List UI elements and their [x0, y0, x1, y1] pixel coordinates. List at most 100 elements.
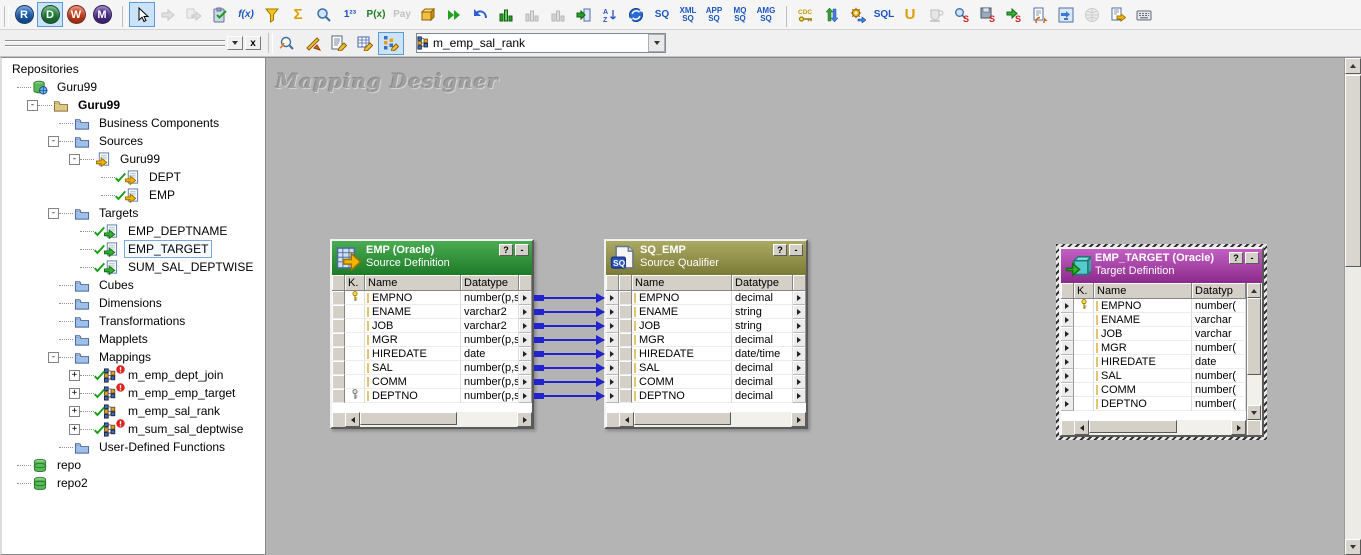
column-header-key[interactable]: K. [1074, 283, 1094, 299]
tree-item-repo[interactable]: repo [2, 456, 265, 474]
scrollbar-thumb[interactable] [634, 412, 732, 425]
input-port[interactable] [1061, 313, 1074, 327]
transformation-title-bar[interactable]: EMP (Oracle) Source Definition? - [332, 241, 532, 275]
compare-objects-tool[interactable] [1053, 2, 1079, 27]
output-port[interactable] [793, 333, 806, 347]
tree-item-targets[interactable]: - Targets [2, 204, 265, 222]
normalizer-transformation-tool[interactable] [441, 2, 467, 27]
mapping-canvas[interactable]: Mapping Designer EMP (Oracle) Source Defi… [266, 57, 1361, 555]
input-port[interactable] [1061, 299, 1074, 313]
sorter-transformation-tool[interactable]: AZ [597, 2, 623, 27]
port-row-comm[interactable]: COMM number(p,s [332, 375, 532, 389]
update-strategy-tool[interactable]: Pay [389, 2, 415, 27]
select-tool[interactable] [129, 2, 155, 27]
scroll-up-button[interactable] [1247, 283, 1261, 298]
tree-expander-plus[interactable]: + [69, 405, 80, 417]
output-port[interactable] [793, 361, 806, 375]
aggregator-transformation-tool[interactable]: Σ [285, 2, 311, 27]
find-tool[interactable]: S [949, 2, 975, 27]
lookup-transformation-tool[interactable] [311, 2, 337, 27]
transformation-sq-emp[interactable]: SQ SQ_EMP Source Qualifier? - Name Datatype EM… [604, 239, 808, 429]
scroll-left-button[interactable] [619, 412, 634, 427]
output-port[interactable] [793, 375, 806, 389]
workflow-manager-app[interactable]: W [63, 2, 89, 27]
port-row-deptno[interactable]: DEPTNO decimal [606, 389, 806, 403]
keyboard-shortcuts-tool[interactable] [1131, 2, 1157, 27]
designer-app[interactable]: D [37, 2, 63, 27]
link-comm-to-comm[interactable] [534, 377, 605, 387]
transformation-emp[interactable]: EMP (Oracle) Source Definition? - K. Name Dat… [330, 239, 534, 429]
tree-item-dimensions[interactable]: Dimensions [2, 294, 265, 312]
link-ename-to-ename[interactable] [534, 307, 605, 317]
tree-item-transformations[interactable]: Transformations [2, 312, 265, 330]
sql-transformation-tool[interactable]: SQL [871, 2, 897, 27]
scroll-left-button[interactable] [1074, 420, 1089, 435]
tree-item-mapplets[interactable]: Mapplets [2, 330, 265, 348]
tree-item-m-emp-emp-target[interactable]: + m_emp_emp_target [2, 383, 265, 402]
minimize-button[interactable]: - [515, 244, 529, 256]
table-horizontal-scrollbar[interactable] [332, 412, 532, 427]
edit-list-tool[interactable] [326, 32, 352, 55]
column-header-datatype[interactable]: Datatype [732, 275, 793, 291]
navigator-toolbar-handle[interactable] [5, 40, 225, 46]
router-transformation-tool[interactable] [493, 2, 519, 27]
help-button[interactable]: ? [499, 244, 513, 256]
tree-item-sources[interactable]: - Sources [2, 132, 265, 150]
save-results-tool[interactable]: S [975, 2, 1001, 27]
scrollbar-thumb[interactable] [1345, 75, 1361, 267]
port-row-empno[interactable]: EMPNO number( [1061, 299, 1246, 313]
port-row-hiredate[interactable]: HIREDATE date [1061, 355, 1246, 369]
column-header-name[interactable]: Name [1094, 283, 1192, 299]
link-ports-tool[interactable] [155, 2, 181, 27]
port-row-mgr[interactable]: MGR number( [1061, 341, 1246, 355]
source-qualifier-tool[interactable]: SQ [649, 2, 675, 27]
minimize-button[interactable]: - [1245, 252, 1259, 264]
link-deptno-to-deptno[interactable] [534, 391, 605, 401]
cdc-tool[interactable]: CDC [793, 2, 819, 27]
output-port[interactable] [519, 291, 532, 305]
output-port[interactable] [519, 319, 532, 333]
scroll-down-button[interactable] [1247, 405, 1261, 420]
validate-mapping-tool[interactable] [207, 2, 233, 27]
web-services-tool[interactable] [1079, 2, 1105, 27]
expression-transformation-tool[interactable]: f(x) [233, 2, 259, 27]
tree-item-dept[interactable]: DEPT [2, 168, 265, 186]
refresh-objects-tool[interactable] [1027, 2, 1053, 27]
stored-procedure-tool[interactable] [571, 2, 597, 27]
link-hiredate-to-hiredate[interactable] [534, 349, 605, 359]
port-row-deptno[interactable]: DEPTNO number(p,s [332, 389, 532, 403]
input-port[interactable] [606, 375, 619, 389]
table-horizontal-scrollbar[interactable] [1061, 420, 1246, 435]
input-port[interactable] [606, 319, 619, 333]
column-header-datatype[interactable]: Datatyp [1192, 283, 1246, 299]
transformation-title-bar[interactable]: EMP_TARGET (Oracle) Target Definition? - [1061, 249, 1262, 283]
output-port[interactable] [793, 389, 806, 403]
link-sal-to-sal[interactable] [534, 363, 605, 373]
input-port[interactable] [606, 305, 619, 319]
union-transformation-tool[interactable]: U [897, 2, 923, 27]
mapping-selector-dropdown-button[interactable] [648, 34, 665, 52]
port-row-ename[interactable]: ENAME string [606, 305, 806, 319]
tree-item-m-sum-sal-deptwise[interactable]: + m_sum_sal_deptwise [2, 419, 265, 438]
scrollbar-track[interactable] [1247, 298, 1262, 405]
input-port[interactable] [1061, 341, 1074, 355]
scrollbar-thumb[interactable] [1247, 298, 1261, 376]
scroll-down-button[interactable] [1345, 539, 1361, 555]
tree-expander-minus[interactable]: - [48, 207, 59, 219]
table-horizontal-scrollbar[interactable] [606, 412, 806, 427]
transformation-emp-target[interactable]: EMP_TARGET (Oracle) Target Definition? - K.… [1059, 247, 1264, 437]
port-row-comm[interactable]: COMM decimal [606, 375, 806, 389]
minimize-button[interactable]: - [789, 244, 803, 256]
joiner-transformation-tool[interactable] [415, 2, 441, 27]
output-port[interactable] [519, 361, 532, 375]
transformation-title-bar[interactable]: SQ SQ_EMP Source Qualifier? - [606, 241, 806, 275]
input-port[interactable] [606, 333, 619, 347]
input-port[interactable] [606, 361, 619, 375]
port-row-hiredate[interactable]: HIREDATE date [332, 347, 532, 361]
external-procedure-tool[interactable] [545, 2, 571, 27]
arrange-workspace-tool[interactable] [300, 32, 326, 55]
tree-item-emp-target[interactable]: EMP_TARGET [2, 240, 265, 258]
navigator-dropdown-button[interactable] [227, 36, 243, 50]
port-row-mgr[interactable]: MGR decimal [606, 333, 806, 347]
output-port[interactable] [519, 375, 532, 389]
